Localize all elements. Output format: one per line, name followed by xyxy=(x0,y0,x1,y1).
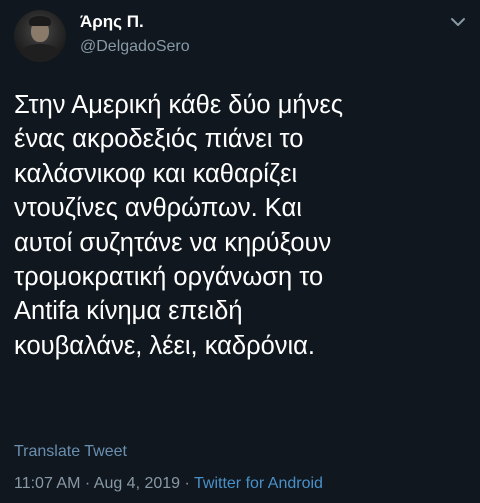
tweet-text-line: Antifa κίνημα επειδή xyxy=(14,297,243,326)
chevron-down-icon-svg xyxy=(451,18,465,26)
avatar-hair xyxy=(29,16,51,26)
tweet-text-line: τρομοκρατική οργάνωση το xyxy=(14,263,324,292)
meta-separator: · xyxy=(184,475,190,492)
tweet-text-line: ντουζίνες ανθρώπων. Και xyxy=(14,194,302,223)
translate-tweet-link[interactable]: Translate Tweet xyxy=(14,443,127,461)
tweet-text-line: κουβαλάνε, λέει, καδρόνια. xyxy=(14,331,315,360)
author-handle[interactable]: @DelgadoSero xyxy=(80,38,190,56)
avatar[interactable] xyxy=(14,10,66,62)
avatar-body xyxy=(20,44,60,62)
tweet-source-link[interactable]: Twitter for Android xyxy=(194,475,323,492)
tweet-date[interactable]: Aug 4, 2019 xyxy=(94,475,180,492)
tweet-time[interactable]: 11:07 AM xyxy=(14,475,80,492)
tweet-text: Στην Αμερική κάθε δύο μήνες ένας ακροδεξ… xyxy=(14,88,470,363)
tweet-meta: 11:07 AM · Aug 4, 2019 · Twitter for And… xyxy=(14,475,323,493)
tweet-text-line: αυτοί συζητάνε να κηρύξουν xyxy=(14,228,332,257)
author-display-name[interactable]: Άρης Π. xyxy=(80,12,144,32)
tweet-card: Άρης Π. @DelgadoSero Στην Αμερική κάθε δ… xyxy=(0,0,480,503)
tweet-text-line: ένας ακροδεξιός πιάνει το xyxy=(14,125,304,154)
tweet-text-line: Στην Αμερική κάθε δύο μήνες xyxy=(14,91,343,119)
tweet-text-line: καλάσνικοφ και καθαρίζει xyxy=(14,159,298,188)
chevron-down-icon[interactable] xyxy=(448,12,468,32)
meta-separator: · xyxy=(84,475,91,492)
